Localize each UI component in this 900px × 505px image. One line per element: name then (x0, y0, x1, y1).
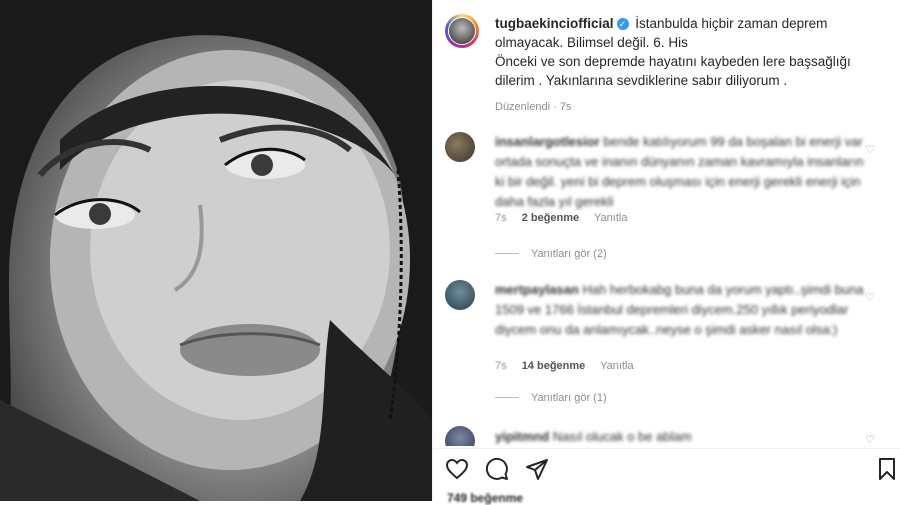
reply-button[interactable]: Yanıtla (600, 360, 633, 372)
view-replies-button[interactable]: Yanıtları gör (1) (495, 388, 607, 408)
comment-like-icon[interactable]: ♡ (865, 140, 875, 160)
commenter-username[interactable]: mertpaylasan (495, 282, 579, 297)
caption-line-2: Önceki ve son depremde hayatını kaybeden… (495, 54, 851, 88)
commenter-avatar[interactable] (445, 426, 475, 446)
comment-like-icon[interactable]: ♡ (865, 288, 875, 308)
comment-time: 7s (495, 360, 507, 372)
comment-time: 7s (495, 212, 507, 224)
save-bookmark-icon[interactable] (875, 457, 899, 481)
commenter-avatar[interactable] (445, 132, 475, 162)
commenter-username[interactable]: insanlargotlesior (495, 134, 600, 149)
comment-like-icon[interactable]: ♡ (865, 430, 875, 446)
commenter-username[interactable]: yipitmnd (495, 429, 549, 444)
comment-item: yipitmnd Nasıl olucak o be ablam ♡ (445, 426, 885, 446)
likes-count[interactable]: 749 beğenme (447, 491, 523, 505)
portrait-illustration (0, 0, 432, 501)
author-username[interactable]: tugbaekincіofficial (495, 16, 614, 31)
like-heart-icon[interactable] (445, 457, 469, 481)
comment-likes[interactable]: 14 beğenme (522, 360, 586, 372)
comment-meta: 7s 14 beğenme Yanıtla (495, 356, 646, 376)
comment-bubble-icon[interactable] (485, 457, 509, 481)
comment-likes[interactable]: 2 beğenme (522, 212, 579, 224)
verified-badge-icon: ✓ (616, 18, 629, 30)
reply-button[interactable]: Yanıtla (594, 212, 627, 224)
commenter-avatar[interactable] (445, 280, 475, 310)
caption-edited-time: Düzenlendi · 7s (495, 101, 572, 113)
comment-meta: 7s 2 beğenme Yanıtla (495, 208, 639, 228)
author-avatar[interactable] (445, 14, 479, 48)
comment-text: Nasıl olucak o be ablam (552, 429, 692, 444)
share-paper-plane-icon[interactable] (525, 457, 549, 481)
post-photo[interactable] (0, 0, 432, 501)
post-panel: tugbaekincіofficial ✓ İstanbulda hiçbir z… (432, 0, 900, 505)
view-replies-button[interactable]: Yanıtları gör (2) (495, 244, 607, 264)
post-action-bar (433, 448, 900, 489)
